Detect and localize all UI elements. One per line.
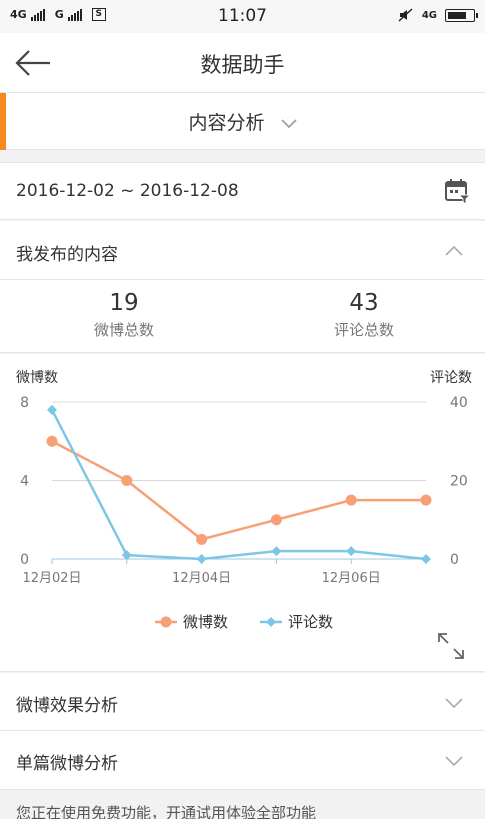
data-point — [196, 533, 208, 545]
stat-label: 评论总数 — [333, 321, 394, 339]
calendar-icon — [445, 179, 471, 205]
expand-button[interactable] — [437, 632, 465, 660]
data-point — [121, 475, 133, 486]
date-range-row[interactable]: 2016-12-02 ~ 2016-12-08 — [0, 162, 485, 220]
stat-comment-total: 43 评论总数 — [284, 288, 444, 342]
stat-value: 19 — [109, 290, 139, 316]
x-tick-label: 12月02日 — [22, 571, 81, 586]
x-tick-label: 12月06日 — [322, 571, 381, 586]
section-title-single-weibo: 单篇微博分析 — [16, 754, 118, 774]
mute-icon — [398, 8, 413, 22]
data-point — [270, 514, 282, 526]
chevron-down-icon — [445, 698, 463, 709]
left-tick-label: 0 — [20, 552, 29, 568]
status-bar: 4G G S 11:07 4G — [0, 0, 485, 33]
stats-row: 19 微博总数 43 评论总数 — [0, 280, 485, 353]
free-feature-notice[interactable]: 您正在使用免费功能，开通试用体验全部功能 — [0, 790, 485, 819]
notice-text: 您正在使用免费功能，开通试用体验全部功能 — [16, 804, 317, 819]
section-my-content[interactable]: 我发布的内容 — [0, 221, 485, 280]
x-tick-label: 12月04日 — [172, 571, 231, 586]
expand-icon — [438, 633, 464, 659]
section-title-my-content: 我发布的内容 — [16, 245, 118, 265]
network-type-right: 4G — [421, 9, 437, 21]
right-axis-title: 评论数 — [430, 370, 472, 386]
data-point — [420, 494, 432, 506]
series-line-1 — [51, 440, 426, 541]
data-point — [46, 435, 58, 447]
left-tick-label: 8 — [20, 395, 29, 411]
data-point — [345, 494, 357, 506]
stat-value: 43 — [349, 290, 379, 316]
tab-label: 内容分析 — [188, 112, 265, 134]
section-title-weibo-effect: 微博效果分析 — [16, 696, 118, 716]
left-tick-label: 4 — [20, 474, 29, 490]
chart-container: 微博数 评论数 0 0 4 20 8 40 12月02日 12月04日 12月06日 微博数 评论数 — [0, 354, 485, 672]
legend-label: 评论数 — [288, 613, 333, 631]
chevron-up-icon — [445, 245, 463, 256]
chevron-down-icon — [280, 118, 297, 128]
section-single-weibo[interactable]: 单篇微博分析 — [0, 731, 485, 790]
line-chart: 微博数 评论数0 04 208 4012月02日 12月04日 12月06日微博数 评论数 — [16, 369, 472, 631]
data-point — [47, 404, 57, 415]
stat-label: 微博总数 — [93, 321, 154, 339]
legend-marker — [160, 616, 172, 628]
stat-weibo-total: 19 微博总数 — [44, 288, 204, 342]
data-point — [271, 546, 282, 557]
data-point — [421, 554, 431, 564]
legend-label: 微博数 — [183, 613, 228, 631]
chevron-down-icon — [445, 756, 463, 767]
right-tick-label: 20 — [450, 474, 468, 490]
battery-icon — [445, 8, 478, 22]
left-axis-title: 微博数 — [16, 369, 58, 386]
right-tick-label: 0 — [450, 552, 459, 568]
date-range-text: 2016-12-02 ~ 2016-12-08 — [16, 181, 239, 201]
content-type-selector[interactable]: 内容分析 — [0, 108, 485, 135]
data-point — [196, 554, 207, 564]
page-title: 数据助手 — [200, 53, 285, 77]
right-tick-label: 40 — [450, 395, 468, 411]
section-weibo-effect[interactable]: 微博效果分析 — [0, 673, 485, 731]
data-point — [346, 546, 357, 557]
legend-marker — [266, 617, 276, 627]
series-line-2 — [50, 409, 427, 561]
app-header: 数据助手 — [0, 33, 485, 93]
status-right: 4G — [398, 8, 478, 22]
calendar-filter-button[interactable] — [445, 177, 471, 205]
tab-bar: 内容分析 — [0, 93, 485, 150]
